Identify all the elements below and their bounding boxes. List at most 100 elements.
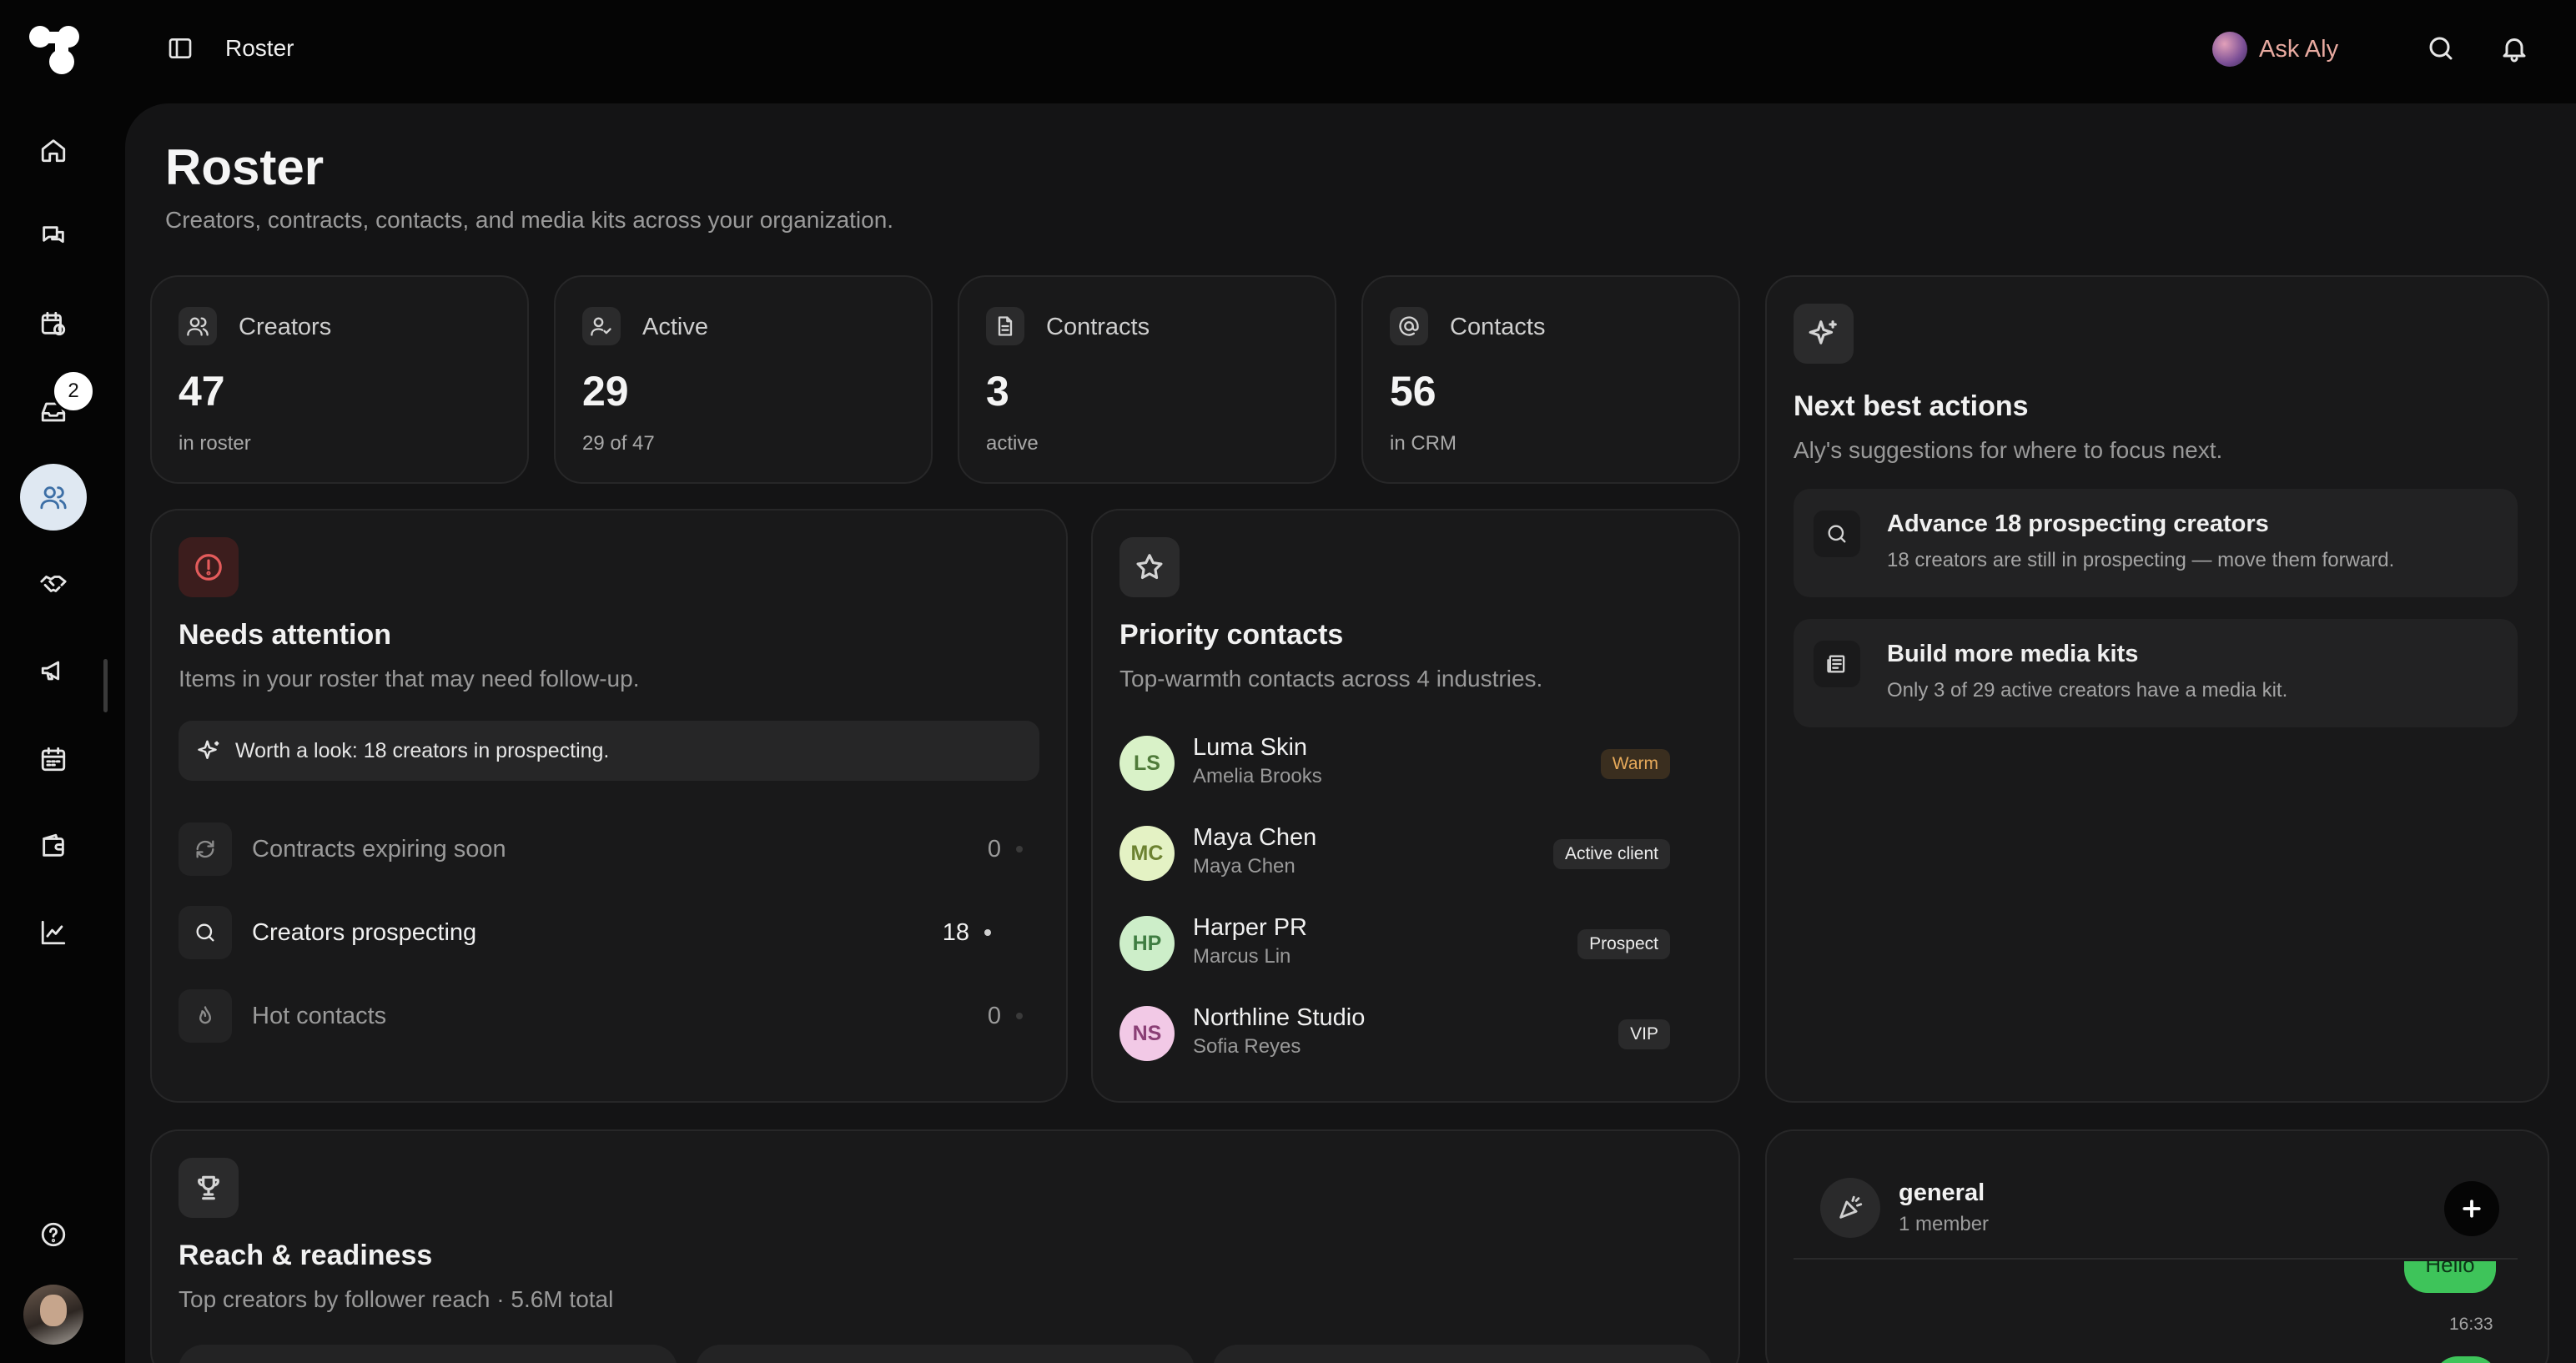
chat-message-bubble[interactable]: Hello bbox=[2404, 1261, 2496, 1293]
stat-value: 47 bbox=[179, 368, 225, 415]
priority-contacts-card: Priority contacts Top-warmth contacts ac… bbox=[1091, 509, 1740, 1103]
status-badge: Prospect bbox=[1577, 929, 1670, 959]
stat-value: 56 bbox=[1390, 368, 1436, 415]
calendar-clock-icon[interactable] bbox=[33, 304, 73, 344]
reach-readiness-card: Reach & readiness Top creators by follow… bbox=[150, 1129, 1740, 1363]
attention-row-creators-prospecting[interactable]: Creators prospecting 18 bbox=[179, 906, 1039, 959]
handshake-icon[interactable] bbox=[33, 564, 73, 604]
attention-count: 18 bbox=[942, 918, 969, 946]
creator-reach-card[interactable] bbox=[179, 1345, 677, 1363]
message-timestamp: 16:33 bbox=[2449, 1315, 2493, 1334]
wallet-icon[interactable] bbox=[33, 826, 73, 866]
contact-row[interactable]: NS Northline Studio Sofia Reyes VIP bbox=[1119, 1004, 1670, 1063]
calendar-icon[interactable] bbox=[33, 739, 73, 779]
attention-count: 0 bbox=[987, 1002, 1001, 1029]
card-subtitle: Top-warmth contacts across 4 industries. bbox=[1119, 666, 1543, 692]
contact-avatar: NS bbox=[1119, 1006, 1175, 1061]
contact-person: Maya Chen bbox=[1193, 855, 1296, 878]
add-member-button[interactable] bbox=[2444, 1181, 2499, 1236]
newspaper-icon bbox=[1814, 641, 1860, 687]
star-icon bbox=[1119, 537, 1180, 597]
megaphone-icon[interactable] bbox=[33, 651, 73, 691]
bell-icon[interactable] bbox=[2499, 33, 2533, 67]
action-description: 18 creators are still in prospecting — m… bbox=[1887, 549, 2395, 571]
chat-message-bubble[interactable] bbox=[2434, 1356, 2498, 1363]
contact-avatar: MC bbox=[1119, 826, 1175, 881]
card-title: Priority contacts bbox=[1119, 619, 1344, 651]
status-dot bbox=[1016, 846, 1023, 853]
chat-panel: general 1 member Hello 16:33 bbox=[1765, 1129, 2549, 1363]
contact-avatar: LS bbox=[1119, 736, 1175, 791]
party-popper-icon bbox=[1820, 1178, 1880, 1238]
sidebar-scrollbar[interactable] bbox=[103, 659, 108, 712]
users-icon bbox=[179, 307, 217, 345]
trophy-icon bbox=[179, 1158, 239, 1218]
user-check-icon bbox=[582, 307, 621, 345]
status-dot bbox=[984, 929, 991, 936]
contact-row[interactable]: LS Luma Skin Amelia Brooks Warm bbox=[1119, 734, 1670, 792]
attention-row-hot-contacts[interactable]: Hot contacts 0 bbox=[179, 989, 1039, 1043]
status-badge: VIP bbox=[1618, 1019, 1670, 1049]
stat-card-contacts[interactable]: Contacts 56 in CRM bbox=[1361, 275, 1740, 484]
needs-attention-card: Needs attention Items in your roster tha… bbox=[150, 509, 1068, 1103]
stat-card-active[interactable]: Active 29 29 of 47 bbox=[554, 275, 933, 484]
ask-aly-label: Ask Aly bbox=[2259, 35, 2339, 63]
user-avatar[interactable] bbox=[23, 1285, 83, 1345]
users-icon[interactable] bbox=[20, 464, 87, 531]
action-item-media-kits[interactable]: Build more media kits Only 3 of 29 activ… bbox=[1794, 619, 2518, 727]
app-logo[interactable] bbox=[25, 23, 83, 77]
card-title: Next best actions bbox=[1794, 390, 2029, 422]
search-icon[interactable] bbox=[2426, 33, 2459, 67]
alert-circle-icon bbox=[179, 537, 239, 597]
refresh-icon bbox=[179, 822, 232, 876]
action-item-advance-prospects[interactable]: Advance 18 prospecting creators 18 creat… bbox=[1794, 489, 2518, 597]
stat-caption: in roster bbox=[179, 432, 251, 455]
channel-members: 1 member bbox=[1899, 1213, 1990, 1235]
search-icon bbox=[1814, 510, 1860, 557]
insight-hint: Worth a look: 18 creators in prospecting… bbox=[179, 721, 1039, 781]
home-icon[interactable] bbox=[33, 130, 73, 170]
breadcrumb: Roster bbox=[225, 35, 294, 61]
contact-name: Luma Skin bbox=[1193, 734, 1308, 761]
status-badge: Active client bbox=[1552, 839, 1670, 869]
line-chart-icon[interactable] bbox=[33, 913, 73, 953]
stat-caption: active bbox=[986, 432, 1039, 455]
contact-row[interactable]: HP Harper PR Marcus Lin Prospect bbox=[1119, 914, 1670, 973]
stat-card-creators[interactable]: Creators 47 in roster bbox=[150, 275, 529, 484]
contact-person: Marcus Lin bbox=[1193, 945, 1291, 968]
aly-orb-icon bbox=[2212, 32, 2247, 67]
card-title: Needs attention bbox=[179, 619, 392, 651]
stat-caption: 29 of 47 bbox=[582, 432, 655, 455]
stat-label: Contacts bbox=[1450, 314, 1546, 340]
hint-text: Worth a look: 18 creators in prospecting… bbox=[235, 738, 610, 762]
sparkles-icon bbox=[1794, 304, 1854, 364]
next-best-actions-card: Next best actions Aly's suggestions for … bbox=[1765, 275, 2549, 1103]
action-title: Advance 18 prospecting creators bbox=[1887, 510, 2269, 537]
contact-name: Maya Chen bbox=[1193, 824, 1317, 851]
creator-reach-card[interactable] bbox=[696, 1345, 1195, 1363]
stat-value: 29 bbox=[582, 368, 629, 415]
contact-person: Sofia Reyes bbox=[1193, 1035, 1301, 1058]
sidebar-toggle-icon[interactable] bbox=[167, 35, 197, 65]
ask-aly-button[interactable]: Ask Aly bbox=[2212, 32, 2338, 67]
chat-bubbles-icon[interactable] bbox=[33, 217, 73, 257]
contact-row[interactable]: MC Maya Chen Maya Chen Active client bbox=[1119, 824, 1670, 883]
creator-reach-card[interactable] bbox=[1213, 1345, 1712, 1363]
sidebar: 2 bbox=[0, 0, 108, 1363]
action-title: Build more media kits bbox=[1887, 641, 2139, 667]
page-title: Roster bbox=[165, 139, 325, 195]
attention-label: Contracts expiring soon bbox=[252, 835, 506, 863]
inbox-badge: 2 bbox=[52, 370, 95, 413]
stat-card-contracts[interactable]: Contracts 3 active bbox=[958, 275, 1336, 484]
flame-icon bbox=[179, 989, 232, 1043]
divider bbox=[1794, 1258, 2518, 1260]
channel-name: general bbox=[1899, 1179, 1985, 1206]
contact-avatar: HP bbox=[1119, 916, 1175, 971]
stat-label: Contracts bbox=[1046, 314, 1150, 340]
attention-row-contracts-expiring[interactable]: Contracts expiring soon 0 bbox=[179, 822, 1039, 876]
help-circle-icon[interactable] bbox=[33, 1215, 73, 1255]
stat-label: Creators bbox=[239, 314, 332, 340]
contact-person: Amelia Brooks bbox=[1193, 765, 1322, 787]
stat-label: Active bbox=[642, 314, 708, 340]
plus-icon bbox=[2463, 1200, 2481, 1218]
